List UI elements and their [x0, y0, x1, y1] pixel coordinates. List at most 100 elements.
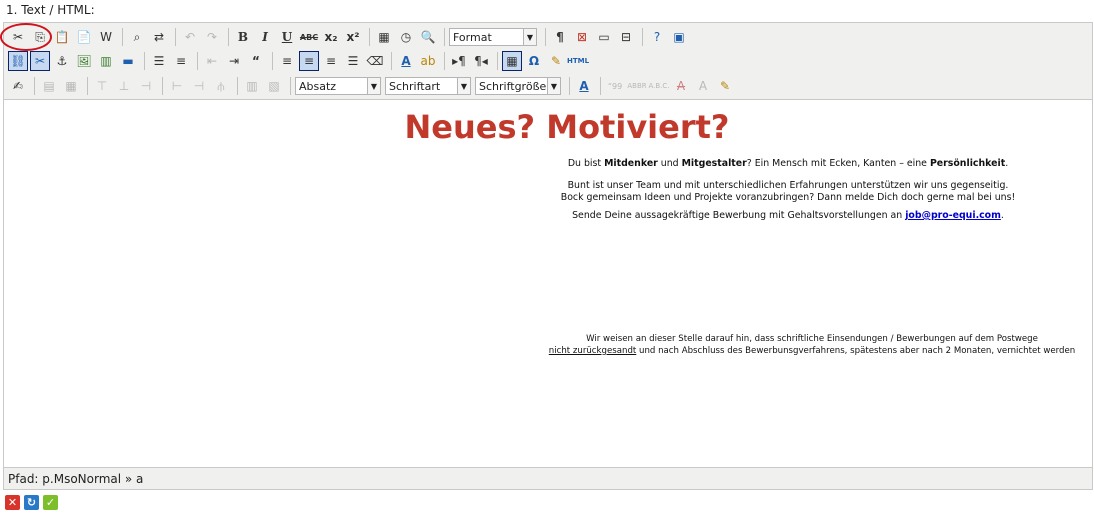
align-center-icon[interactable]: ≡ [299, 51, 319, 71]
acronym-icon[interactable]: A.B.C. [648, 76, 669, 96]
indent-icon[interactable]: ⇥ [224, 51, 244, 71]
italic-icon[interactable]: I [255, 27, 275, 47]
table-props-icon[interactable]: ▦ [61, 76, 81, 96]
format-select[interactable]: Format ▼ [449, 28, 537, 46]
visual-aid-icon[interactable]: ▦ [502, 51, 522, 71]
separator [545, 28, 546, 46]
abbr-icon[interactable]: ABBR [627, 76, 647, 96]
superscript-icon[interactable]: x² [343, 27, 363, 47]
outdent-icon[interactable]: ⇤ [202, 51, 222, 71]
del-icon[interactable]: A [671, 76, 691, 96]
underline-icon[interactable]: U [277, 27, 297, 47]
separator [197, 52, 198, 70]
bold-icon[interactable]: B [233, 27, 253, 47]
editor-toolbar: ✂ ⎘ 📋 📄 W ⌕ ⇄ ↶ ↷ B I U ABC x₂ x² ▦ ◷ 🔍 … [4, 23, 1092, 100]
content-paragraph-1: Du bist Mitdenker und Mitgestalter? Ein … [508, 158, 1068, 170]
unlink-icon[interactable]: ✂ [30, 51, 50, 71]
image-icon[interactable]: 🖼 [74, 51, 94, 71]
attributes-icon[interactable]: ✎ [715, 76, 735, 96]
replace-icon[interactable]: ⇄ [149, 27, 169, 47]
row-after-icon[interactable]: ⊥ [114, 76, 134, 96]
text-color-icon[interactable]: A [396, 51, 416, 71]
paragraph-select[interactable]: Absatz ▼ [295, 77, 381, 95]
edit-icon[interactable]: ✍ [8, 76, 28, 96]
align-justify-icon[interactable]: ☰ [343, 51, 363, 71]
row-before-icon[interactable]: ⊤ [92, 76, 112, 96]
ltr-icon[interactable]: ▸¶ [449, 51, 469, 71]
numbered-list-icon[interactable]: ≡ [171, 51, 191, 71]
paste-icon[interactable]: 📋 [52, 27, 72, 47]
col-before-icon[interactable]: ⊢ [167, 76, 187, 96]
help-icon[interactable]: ? [647, 27, 667, 47]
separator [290, 77, 291, 95]
chevron-down-icon: ▼ [547, 78, 560, 94]
chevron-down-icon: ▼ [457, 78, 470, 94]
status-path: Pfad: p.MsoNormal » a [8, 471, 144, 486]
text-span: und nach Abschluss des Bewerbunsgverfahr… [636, 346, 1076, 356]
find-icon[interactable]: ⌕ [127, 27, 147, 47]
fullscreen-icon[interactable]: ▣ [669, 27, 689, 47]
highlight-circle [0, 23, 52, 51]
horizontal-rule-icon[interactable]: ▬ [118, 51, 138, 71]
toolbar-row-3: ✍ ▤ ▦ ⊤ ⊥ ⊣ ⊢ ⊣ ⫛ ▥ ▧ Absatz ▼ Schriftar… [8, 75, 737, 97]
strikethrough-icon[interactable]: ABC [299, 27, 319, 47]
align-left-icon[interactable]: ≡ [277, 51, 297, 71]
layer-icon[interactable]: ▭ [594, 27, 614, 47]
remove-format-icon[interactable]: ⊠ [572, 27, 592, 47]
styles-icon[interactable]: A [574, 76, 594, 96]
bullet-list-icon[interactable]: ☰ [149, 51, 169, 71]
refresh-icon[interactable]: ↻ [24, 495, 39, 510]
separator [228, 28, 229, 46]
email-link[interactable]: job@pro-equi.com [905, 210, 1001, 221]
redo-icon[interactable]: ↷ [202, 27, 222, 47]
html-source-button[interactable]: HTML [567, 51, 589, 71]
eraser-icon[interactable]: ⌫ [365, 51, 385, 71]
blockquote-icon[interactable]: “ [246, 51, 266, 71]
text-span: Du bist [567, 158, 605, 169]
show-invisibles-icon[interactable]: ¶ [550, 27, 570, 47]
cancel-icon[interactable]: ✕ [5, 495, 20, 510]
insert-date-icon[interactable]: ▦ [374, 27, 394, 47]
delete-row-icon[interactable]: ⊣ [136, 76, 156, 96]
text-span: . [1005, 158, 1009, 169]
highlight-color-icon[interactable]: ab [418, 51, 438, 71]
cite-icon[interactable]: “99 [605, 76, 625, 96]
page-break-icon[interactable]: ⊟ [616, 27, 636, 47]
content-disclaimer: Wir weisen an dieser Stelle darauf hin, … [532, 333, 1092, 357]
paragraph-select-value: Absatz [299, 79, 337, 93]
cleanup-icon[interactable]: ✎ [546, 51, 566, 71]
font-size-select[interactable]: Schriftgröße ▼ [475, 77, 561, 95]
merge-cells-icon[interactable]: ▥ [242, 76, 262, 96]
col-after-icon[interactable]: ⊣ [189, 76, 209, 96]
separator [444, 28, 445, 46]
preview-icon[interactable]: 🔍 [418, 27, 438, 47]
subscript-icon[interactable]: x₂ [321, 27, 341, 47]
rich-text-editor[interactable]: ✂ ⎘ 📋 📄 W ⌕ ⇄ ↶ ↷ B I U ABC x₂ x² ▦ ◷ 🔍 … [3, 22, 1093, 490]
paste-word-icon[interactable]: W [96, 27, 116, 47]
anchor-icon[interactable]: ⚓ [52, 51, 72, 71]
insert-time-icon[interactable]: ◷ [396, 27, 416, 47]
separator [272, 52, 273, 70]
table-icon[interactable]: ▤ [39, 76, 59, 96]
bold-text: Mitdenker [604, 158, 658, 169]
ins-icon[interactable]: A [693, 76, 713, 96]
chevron-down-icon: ▼ [367, 78, 380, 94]
undo-icon[interactable]: ↶ [180, 27, 200, 47]
confirm-icon[interactable]: ✓ [43, 495, 58, 510]
font-select-value: Schriftart [389, 79, 441, 93]
content-paragraph-3: Sende Deine aussagekräftige Bewerbung mi… [508, 210, 1068, 222]
align-right-icon[interactable]: ≡ [321, 51, 341, 71]
split-cells-icon[interactable]: ▧ [264, 76, 284, 96]
toolbar-row-1: ✂ ⎘ 📋 📄 W ⌕ ⇄ ↶ ↷ B I U ABC x₂ x² ▦ ◷ 🔍 … [8, 26, 691, 48]
rtl-icon[interactable]: ¶◂ [471, 51, 491, 71]
font-select[interactable]: Schriftart ▼ [385, 77, 471, 95]
text-line: nicht zurückgesandt und nach Abschluss d… [532, 345, 1092, 357]
delete-col-icon[interactable]: ⫛ [211, 76, 231, 96]
media-icon[interactable]: ▥ [96, 51, 116, 71]
editor-content[interactable]: Neues? Motiviert? Du bist Mitdenker und … [4, 100, 1092, 467]
separator [600, 77, 601, 95]
paste-text-icon[interactable]: 📄 [74, 27, 94, 47]
special-char-icon[interactable]: Ω [524, 51, 544, 71]
link-icon[interactable]: ⛓ [8, 51, 28, 71]
text-span: Sende Deine aussagekräftige Bewerbung mi… [572, 210, 906, 221]
